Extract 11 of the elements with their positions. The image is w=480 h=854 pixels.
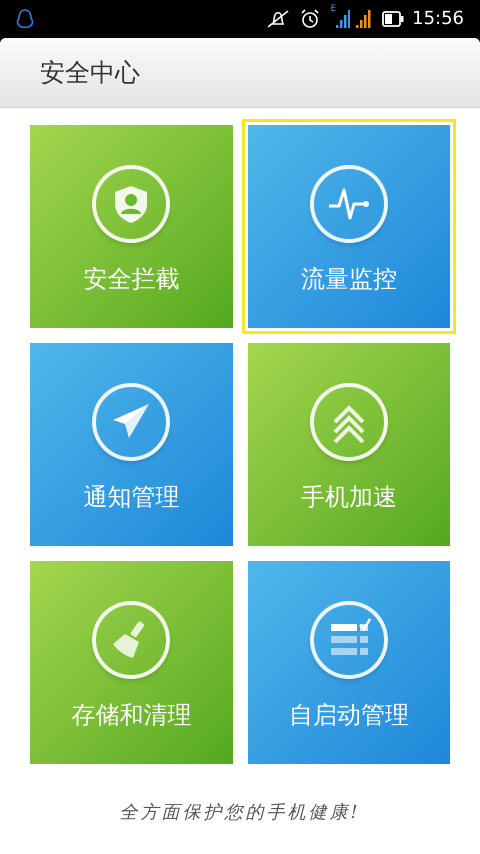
screen-title: 安全中心	[40, 56, 140, 89]
network-type-label: E	[330, 5, 336, 14]
feature-tile[interactable]: 流量监控	[242, 119, 456, 334]
battery-icon	[382, 11, 404, 27]
bell-muted-icon	[266, 9, 290, 29]
signal-icon	[356, 10, 372, 28]
signal-icon	[336, 10, 350, 28]
clock-time: 15:56	[412, 10, 464, 28]
slogan-text: 全方面保护您的手机健康!	[119, 800, 361, 824]
alarm-icon	[300, 9, 320, 29]
penguin-icon	[16, 8, 34, 30]
